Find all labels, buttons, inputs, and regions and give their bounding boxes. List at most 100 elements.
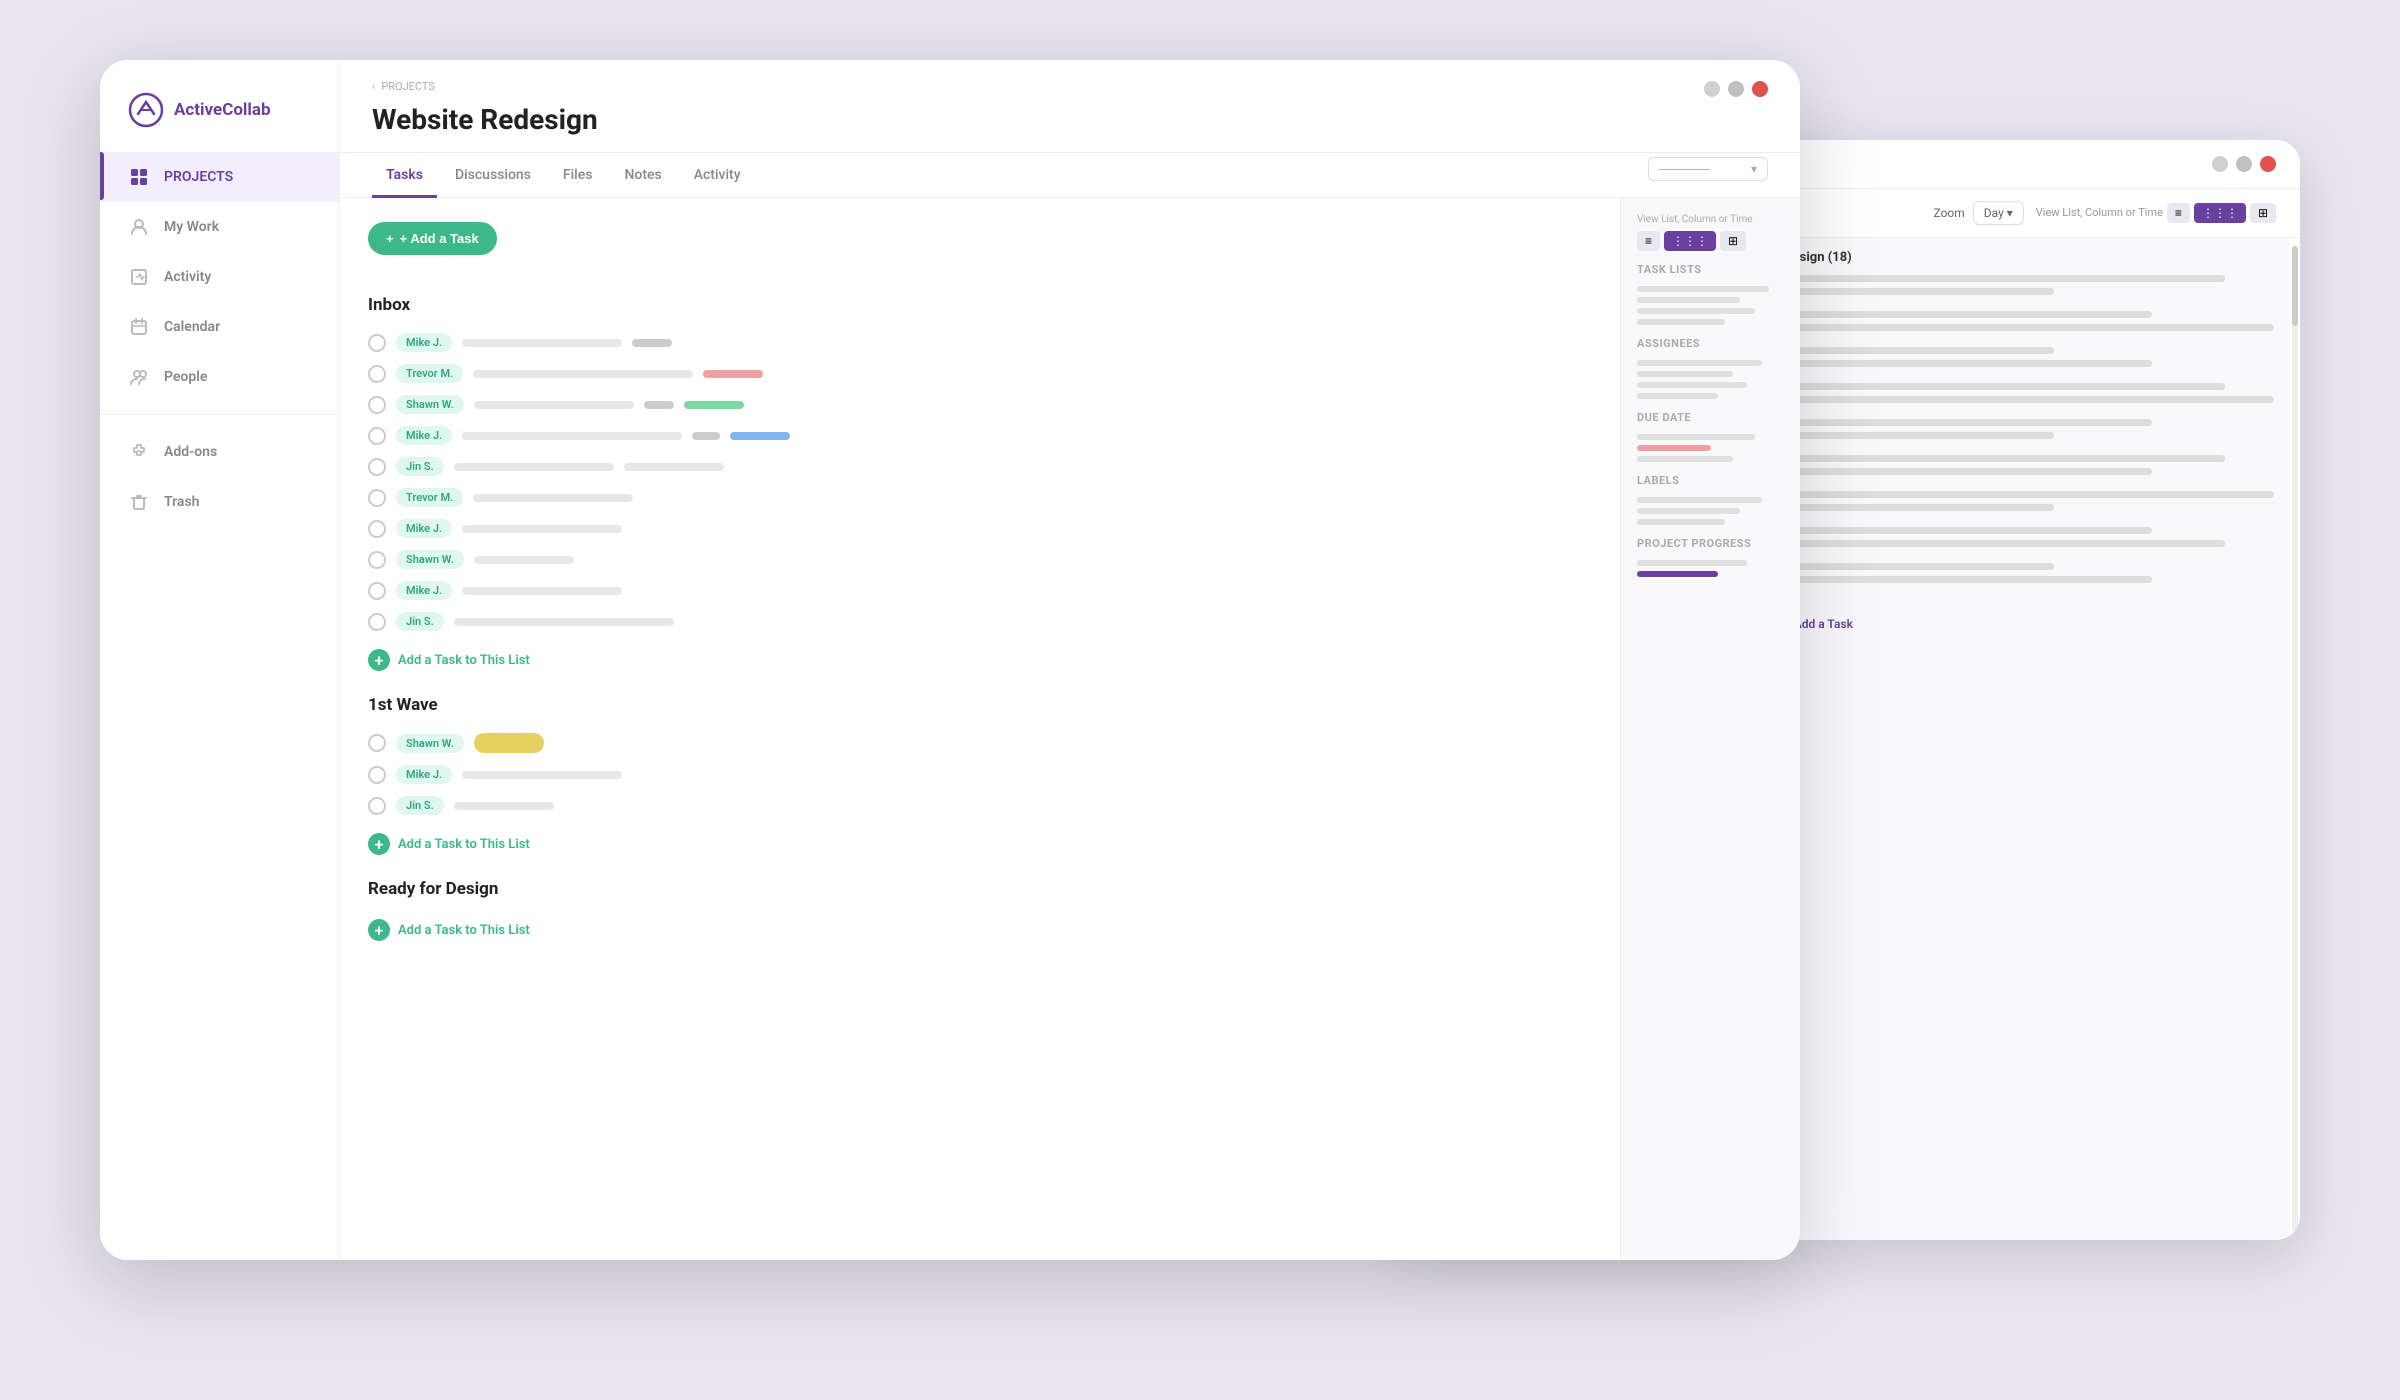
add-circle-icon: + <box>368 649 390 671</box>
inbox-section-title: Inbox <box>368 295 1592 315</box>
view-col-btn[interactable]: ⋮⋮⋮ <box>2194 203 2246 223</box>
task-bar <box>1784 527 2151 534</box>
task-bar-sm <box>632 339 672 347</box>
task-bar <box>1784 563 2053 570</box>
task-bar <box>462 587 622 595</box>
filter-bar <box>1637 508 1740 514</box>
filter-bar <box>1637 497 1762 503</box>
task-bar <box>462 771 622 779</box>
task-checkbox[interactable] <box>368 613 386 631</box>
filter-bar <box>1637 319 1725 325</box>
filter-time-btn[interactable]: ⊞ <box>1720 231 1746 251</box>
sidebar: ActiveCollab PROJECTS My Work <box>100 60 340 1260</box>
tab-notes[interactable]: Notes <box>610 153 675 198</box>
assignee-pill: Mike J. <box>396 765 452 784</box>
win-btn-grey2[interactable] <box>2236 156 2252 172</box>
table-row: Shawn W. <box>368 544 1592 575</box>
task-checkbox[interactable] <box>368 489 386 507</box>
task-bar <box>454 802 554 810</box>
assignee-pill: Mike J. <box>396 426 452 445</box>
win-btn-grey2-main[interactable] <box>1728 81 1744 97</box>
table-row: Jin S. <box>368 790 1592 821</box>
task-tag-green <box>684 401 744 409</box>
zoom-label: Zoom <box>1934 206 1965 220</box>
task-checkbox[interactable] <box>368 427 386 445</box>
task-bar <box>1784 275 2225 282</box>
design-col-title: Design (18) <box>1784 250 2274 265</box>
project-title: Website Redesign <box>372 103 1768 136</box>
table-row: Trevor M. <box>368 358 1592 389</box>
task-bar <box>1784 432 2053 439</box>
projects-label: PROJECTS <box>164 169 233 185</box>
table-row: Mike J. <box>368 575 1592 606</box>
win-btn-red[interactable] <box>2260 156 2276 172</box>
design-column: Design (18) <box>1767 238 2290 1240</box>
add-circle-icon: + <box>368 833 390 855</box>
sidebar-item-activity[interactable]: Activity <box>100 252 339 302</box>
task-bar <box>462 339 622 347</box>
task-checkbox[interactable] <box>368 551 386 569</box>
filter-sidebar: View List, Column or Time ≡ ⋮⋮⋮ ⊞ TASK L… <box>1620 198 1800 1260</box>
tab-activity[interactable]: Activity <box>680 153 755 198</box>
view-time-btn[interactable]: ⊞ <box>2250 203 2276 223</box>
filter-bar <box>1637 297 1740 303</box>
task-checkbox[interactable] <box>368 582 386 600</box>
sidebar-item-calendar[interactable]: Calendar <box>100 302 339 352</box>
add-task-button[interactable]: + + Add a Task <box>368 222 497 255</box>
task-bar <box>462 432 682 440</box>
filter-dropdown[interactable]: ──────▾ <box>1648 157 1768 181</box>
sidebar-item-addons[interactable]: Add-ons <box>100 427 339 477</box>
task-checkbox[interactable] <box>368 365 386 383</box>
task-checkbox[interactable] <box>368 797 386 815</box>
task-checkbox[interactable] <box>368 334 386 352</box>
sidebar-item-my-work[interactable]: My Work <box>100 202 339 252</box>
breadcrumb: ‹ PROJECTS <box>372 80 435 93</box>
inbox-add-task-btn[interactable]: + Add a Task to This List <box>368 641 1592 679</box>
tab-files[interactable]: Files <box>549 153 607 198</box>
filter-list-btn[interactable]: ≡ <box>1637 231 1660 251</box>
assignee-pill: Trevor M. <box>396 364 463 383</box>
task-bar <box>1784 360 2151 367</box>
view-list-btn[interactable]: ≡ <box>2167 203 2190 223</box>
filter-duedate-header: DUE DATE <box>1637 411 1784 424</box>
calendar-icon <box>128 316 150 338</box>
task-bar <box>1784 468 2151 475</box>
filter-col-btn[interactable]: ⋮⋮⋮ <box>1664 231 1716 251</box>
filter-bar <box>1637 360 1762 366</box>
sidebar-item-trash[interactable]: Trash <box>100 477 339 527</box>
task-checkbox[interactable] <box>368 734 386 752</box>
table-row: Mike J. <box>368 759 1592 790</box>
zoom-select[interactable]: Day ▾ <box>1973 201 2024 225</box>
people-icon <box>128 366 150 388</box>
task-checkbox[interactable] <box>368 458 386 476</box>
tab-discussions[interactable]: Discussions <box>441 153 545 198</box>
trash-icon <box>128 491 150 513</box>
task-bar <box>1784 576 2151 583</box>
task-bar <box>454 463 614 471</box>
task-bar <box>624 463 724 471</box>
task-checkbox[interactable] <box>368 766 386 784</box>
task-checkbox[interactable] <box>368 520 386 538</box>
sidebar-item-projects[interactable]: PROJECTS <box>100 152 339 202</box>
table-row: Mike J. <box>368 420 1592 451</box>
scrollbar-track[interactable] <box>2292 246 2298 1232</box>
task-bar <box>1784 311 2151 318</box>
tab-tasks[interactable]: Tasks <box>372 153 437 198</box>
task-checkbox[interactable] <box>368 396 386 414</box>
win-btn-red-main[interactable] <box>1752 81 1768 97</box>
firstwave-add-task-btn[interactable]: + Add a Task to This List <box>368 825 1592 863</box>
task-bar <box>1784 288 2053 295</box>
table-row: Shawn W. <box>368 727 1592 759</box>
win-btn-grey-main[interactable] <box>1704 81 1720 97</box>
design-add-task[interactable]: + Add a Task <box>1784 609 2274 639</box>
win-btn-grey[interactable] <box>2212 156 2228 172</box>
ready-add-task-btn[interactable]: + Add a Task to This List <box>368 911 1592 949</box>
sidebar-item-people[interactable]: People <box>100 352 339 402</box>
ready-for-design-section-title: Ready for Design <box>368 879 1592 899</box>
task-bar <box>473 494 633 502</box>
main-content: ‹ PROJECTS Website Redesign Tasks Discus… <box>340 60 1800 1260</box>
task-bar <box>473 370 693 378</box>
filter-bar <box>1637 371 1733 377</box>
task-list-area: + + Add a Task Inbox Mike J. <box>340 198 1620 1260</box>
assignee-pill: Shawn W. <box>396 395 464 414</box>
